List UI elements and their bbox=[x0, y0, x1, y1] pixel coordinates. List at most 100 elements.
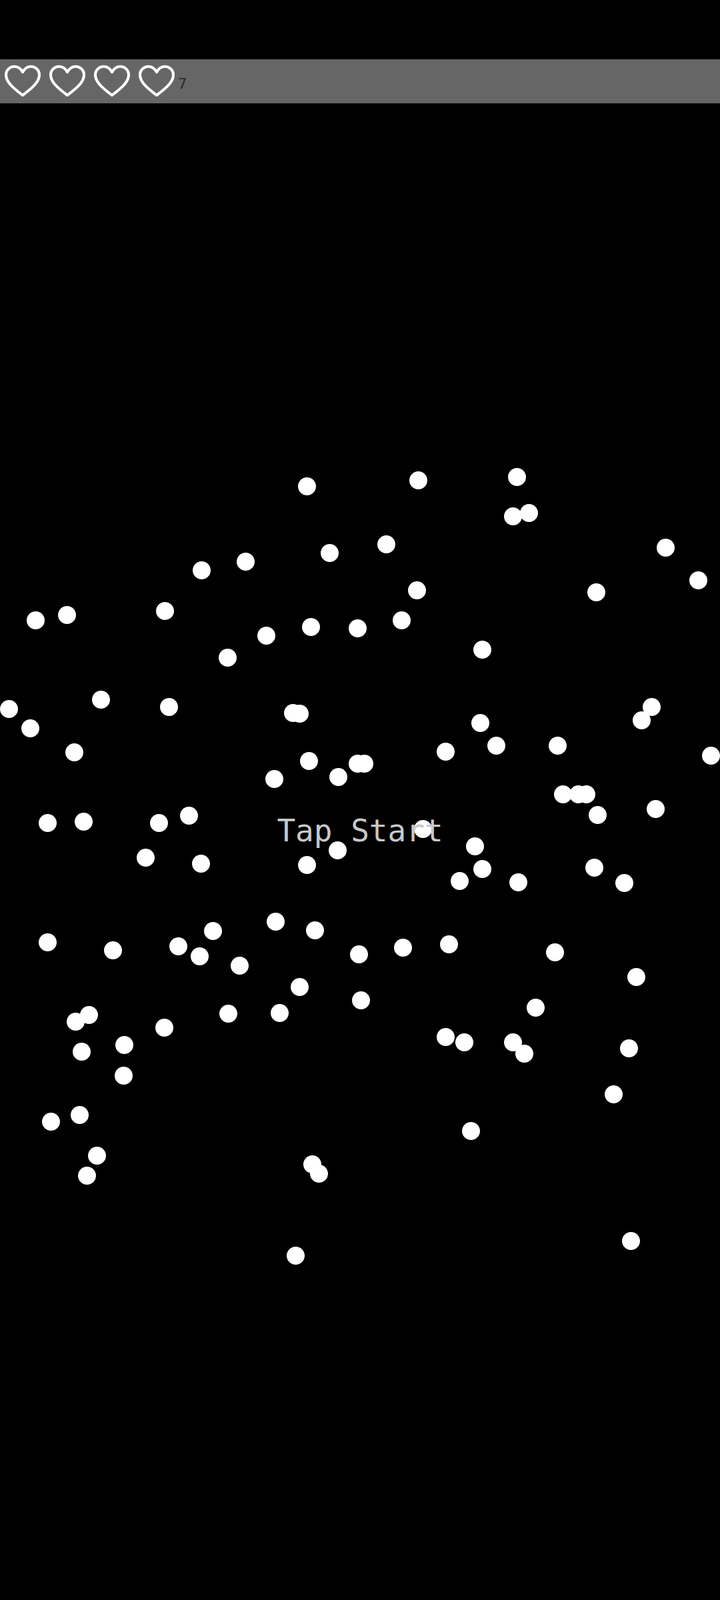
ball bbox=[656, 538, 675, 557]
ball bbox=[409, 471, 428, 490]
ball bbox=[192, 854, 210, 873]
ball bbox=[604, 1085, 623, 1104]
ball bbox=[504, 507, 522, 526]
play-field[interactable]: Tap Start bbox=[0, 103, 720, 1600]
ball bbox=[26, 611, 45, 630]
ball bbox=[377, 535, 396, 554]
ball bbox=[0, 700, 18, 718]
ball bbox=[300, 752, 318, 770]
heart-icon bbox=[93, 64, 131, 98]
ball bbox=[230, 956, 249, 975]
ball bbox=[298, 477, 316, 496]
ball bbox=[408, 581, 426, 600]
ball bbox=[689, 571, 708, 590]
ball bbox=[204, 922, 222, 940]
ball bbox=[136, 848, 155, 867]
ball bbox=[642, 698, 661, 716]
ball bbox=[473, 860, 492, 878]
ball bbox=[450, 872, 469, 890]
ball bbox=[546, 943, 564, 962]
status-area bbox=[0, 0, 720, 60]
ball bbox=[320, 544, 339, 562]
ball bbox=[436, 1028, 455, 1046]
ball bbox=[257, 626, 276, 645]
ball bbox=[587, 583, 606, 602]
ball bbox=[192, 561, 211, 580]
ball bbox=[436, 742, 455, 761]
ball bbox=[286, 1246, 305, 1265]
ball bbox=[270, 1004, 289, 1022]
heart-icon bbox=[48, 64, 86, 98]
ball bbox=[329, 768, 348, 786]
ball bbox=[352, 991, 370, 1010]
ball bbox=[302, 618, 320, 636]
heart-icon bbox=[4, 64, 42, 98]
ball bbox=[548, 736, 567, 755]
hud-bar: 7 bbox=[0, 59, 720, 104]
ball bbox=[265, 770, 284, 788]
ball bbox=[526, 998, 545, 1017]
ball bbox=[180, 806, 198, 825]
ball bbox=[80, 1006, 98, 1024]
ball bbox=[92, 690, 110, 709]
ball bbox=[306, 921, 324, 940]
ball bbox=[440, 935, 458, 954]
ball bbox=[155, 1018, 174, 1037]
ball bbox=[114, 1066, 133, 1085]
ball bbox=[115, 1036, 134, 1054]
ball bbox=[394, 938, 412, 957]
ball bbox=[78, 1166, 96, 1185]
ball bbox=[74, 812, 93, 831]
ball bbox=[88, 1146, 106, 1165]
ball bbox=[150, 814, 168, 832]
lives bbox=[4, 64, 176, 98]
ball bbox=[290, 704, 309, 723]
ball bbox=[646, 800, 665, 818]
ball bbox=[473, 640, 492, 659]
ball bbox=[520, 504, 538, 522]
ball bbox=[620, 1039, 638, 1058]
ball bbox=[702, 746, 720, 765]
ball bbox=[585, 858, 604, 877]
ball bbox=[236, 552, 255, 571]
ball bbox=[190, 947, 209, 966]
ball bbox=[169, 937, 188, 956]
ball bbox=[350, 945, 368, 964]
ball bbox=[72, 1042, 91, 1061]
ball bbox=[58, 606, 76, 624]
ball bbox=[266, 912, 285, 931]
ball bbox=[455, 1033, 474, 1052]
ball bbox=[392, 611, 411, 630]
ball bbox=[588, 806, 607, 824]
score: 7 bbox=[178, 75, 187, 92]
ball bbox=[218, 648, 237, 667]
heart-icon bbox=[138, 64, 176, 98]
ball bbox=[104, 941, 122, 960]
ball bbox=[65, 743, 84, 762]
ball bbox=[160, 698, 178, 716]
ball bbox=[471, 714, 490, 732]
ball bbox=[219, 1004, 238, 1023]
tap-start-prompt[interactable]: Tap Start bbox=[0, 812, 720, 849]
ball bbox=[70, 1106, 89, 1124]
ball bbox=[615, 874, 634, 892]
ball bbox=[348, 619, 367, 638]
game-screen[interactable]: 7 Tap Start bbox=[0, 0, 720, 1600]
ball bbox=[38, 814, 57, 832]
ball bbox=[577, 785, 596, 804]
ball bbox=[508, 468, 526, 486]
ball bbox=[290, 978, 309, 996]
ball bbox=[156, 602, 174, 620]
ball bbox=[38, 933, 57, 952]
ball bbox=[622, 1232, 640, 1250]
ball bbox=[515, 1044, 534, 1063]
ball bbox=[487, 736, 506, 755]
ball bbox=[462, 1122, 480, 1140]
ball bbox=[21, 719, 40, 738]
ball bbox=[355, 754, 374, 773]
ball bbox=[627, 968, 646, 986]
ball bbox=[310, 1164, 328, 1183]
ball bbox=[509, 873, 528, 892]
ball bbox=[466, 837, 484, 856]
ball bbox=[42, 1112, 60, 1131]
